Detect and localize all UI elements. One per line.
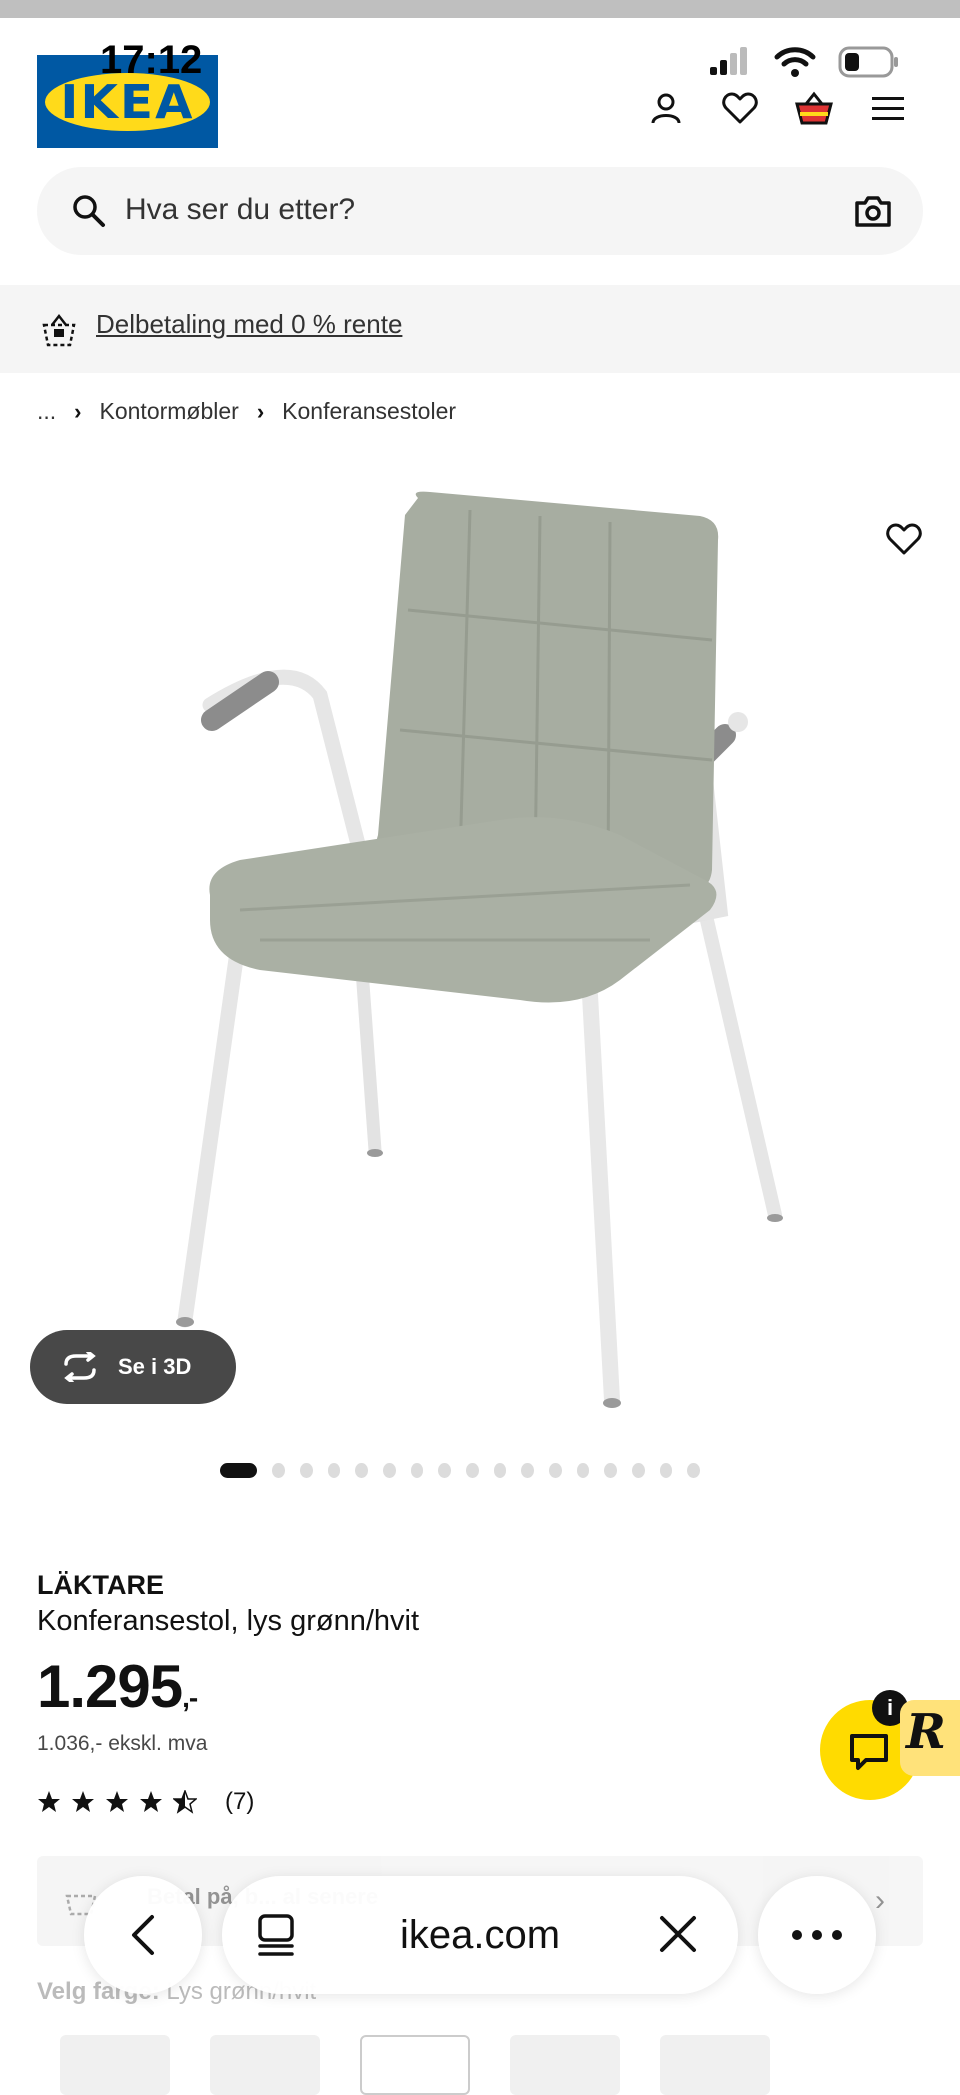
url-text: ikea.com <box>399 1912 561 1957</box>
chevron-right-icon: › <box>256 398 265 424</box>
breadcrumb: ... › Kontormøbler › Konferansestoler <box>37 398 456 425</box>
slide-dot[interactable] <box>631 1463 645 1478</box>
close-icon[interactable] <box>658 1914 698 1954</box>
color-swatch[interactable] <box>210 2035 320 2095</box>
star-icon <box>106 1791 128 1812</box>
view-3d-button[interactable]: Se i 3D <box>30 1330 236 1404</box>
product-name: LÄKTARE <box>37 1570 164 1600</box>
color-swatch[interactable] <box>510 2035 620 2095</box>
slide-dot[interactable] <box>548 1463 562 1478</box>
chevron-left-icon <box>132 1915 154 1955</box>
star-icon <box>72 1791 94 1812</box>
heart-icon <box>722 92 758 124</box>
basket-icon <box>795 91 833 125</box>
breadcrumb-item-kontormobler[interactable]: Kontormøbler <box>100 398 239 425</box>
gallery-pagination <box>0 1463 960 1478</box>
star-icon <box>38 1791 60 1812</box>
search-input[interactable]: Hva ser du etter? <box>125 193 355 227</box>
site-header: IKEA 17:12 <box>0 18 960 153</box>
star-icon <box>140 1791 162 1812</box>
product-image <box>176 491 783 1408</box>
save-favourite-button[interactable] <box>886 522 922 561</box>
price-main: 1.295 <box>37 1653 183 1720</box>
breadcrumb-ellipsis[interactable]: ... <box>37 398 56 425</box>
color-swatch[interactable] <box>60 2035 170 2095</box>
search-icon <box>73 195 105 227</box>
address-bar[interactable]: ikea.com <box>222 1876 738 1994</box>
back-button[interactable] <box>84 1876 202 1994</box>
slide-dot[interactable] <box>272 1463 285 1478</box>
tabs-icon <box>258 1914 294 1956</box>
battery-icon <box>838 46 898 78</box>
slide-dot[interactable] <box>687 1463 700 1478</box>
status-icons <box>708 46 900 78</box>
slide-dot[interactable] <box>438 1463 451 1478</box>
heart-icon <box>886 523 922 555</box>
product-gallery[interactable]: Se i 3D <box>0 440 960 1440</box>
color-swatch-selected[interactable] <box>360 2035 470 2095</box>
view-3d-label: Se i 3D <box>118 1354 192 1379</box>
breadcrumb-item-konferansestoler[interactable]: Konferansestoler <box>282 398 456 425</box>
menu-icon <box>872 97 904 120</box>
header-actions <box>644 86 910 130</box>
slide-dot-active[interactable] <box>220 1463 258 1478</box>
signal-icon <box>710 47 747 75</box>
installment-icon <box>42 313 76 347</box>
product-rating[interactable]: (7) <box>37 1788 254 1816</box>
slide-dot[interactable] <box>659 1463 673 1478</box>
wifi-icon <box>774 47 816 77</box>
account-button[interactable] <box>644 86 688 130</box>
user-icon <box>651 93 681 124</box>
color-swatch[interactable] <box>660 2035 770 2095</box>
camera-search-icon[interactable] <box>853 191 893 231</box>
rotate-3d-icon <box>64 1352 96 1382</box>
slide-dot[interactable] <box>410 1463 424 1478</box>
slide-dot[interactable] <box>355 1463 368 1478</box>
product-price: 1.295,- <box>37 1652 198 1721</box>
color-swatches <box>60 2035 770 2095</box>
assistant-badge[interactable]: R <box>900 1700 960 1776</box>
promo-banner: Delbetaling med 0 % rente <box>0 285 960 373</box>
promo-link[interactable]: Delbetaling med 0 % rente <box>96 309 402 340</box>
menu-button[interactable] <box>866 86 910 130</box>
browser-toolbar: ikea.com <box>0 1870 960 2000</box>
slide-dot[interactable] <box>327 1463 341 1478</box>
slide-dot[interactable] <box>604 1463 617 1478</box>
favourites-button[interactable] <box>718 86 762 130</box>
price-excl-vat: 1.036,- ekskl. mva <box>37 1732 208 1755</box>
more-horizontal-icon <box>792 1930 842 1940</box>
basket-button[interactable] <box>792 86 836 130</box>
logo-text: IKEA <box>60 75 195 129</box>
status-time: 17:12 <box>100 38 203 82</box>
slide-dot[interactable] <box>576 1463 590 1478</box>
top-edge <box>0 0 960 18</box>
slide-dot[interactable] <box>493 1463 507 1478</box>
slide-dot[interactable] <box>521 1463 534 1478</box>
more-options-button[interactable] <box>758 1876 876 1994</box>
search-bar[interactable]: Hva ser du etter? <box>37 167 923 255</box>
star-half-icon <box>173 1790 197 1814</box>
product-description: Konferansestol, lys grønn/hvit <box>37 1605 420 1637</box>
slide-dot[interactable] <box>299 1463 313 1478</box>
price-suffix: ,- <box>182 1682 198 1713</box>
slide-dot[interactable] <box>465 1463 479 1478</box>
chevron-right-icon: › <box>74 398 82 424</box>
slide-dot[interactable] <box>382 1463 396 1478</box>
review-count[interactable]: (7) <box>225 1788 254 1816</box>
